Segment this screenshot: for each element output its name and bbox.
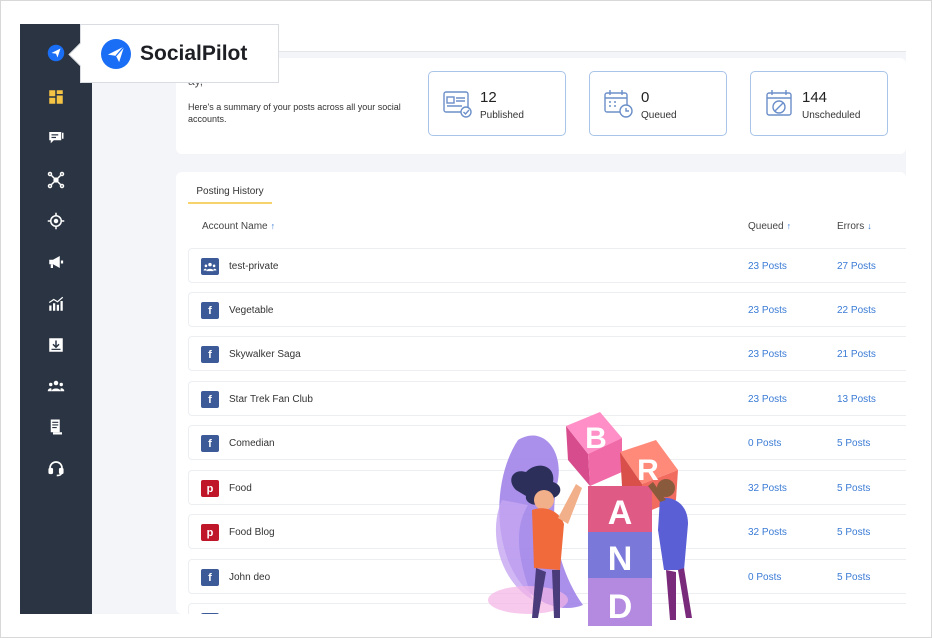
calendar-clock-icon [604, 90, 633, 118]
download-icon [49, 338, 63, 352]
account-name: Comedian [229, 438, 275, 449]
letter-a: A [608, 494, 633, 532]
paper-plane-icon [47, 44, 65, 62]
facebook-icon: f [201, 391, 219, 408]
error-posts-link[interactable]: 5 Posts [837, 438, 870, 449]
column-header-queued[interactable]: Queued ↑ [748, 221, 791, 232]
headset-icon [48, 461, 64, 477]
sidebar [20, 24, 92, 614]
sidebar-item-campaigns[interactable] [20, 247, 92, 277]
account-name: Star Trek Fan Club [229, 394, 313, 405]
letter-block-d: D [588, 578, 652, 626]
error-posts-link[interactable]: 21 Posts [837, 349, 876, 360]
sidebar-item-analytics[interactable] [20, 289, 92, 319]
error-posts-link[interactable]: 5 Posts [837, 572, 870, 583]
unscheduled-icon [766, 90, 792, 116]
table-row[interactable]: f Vegetable 23 Posts 22 Posts [188, 292, 906, 327]
dashboard-icon [49, 90, 63, 104]
queued-posts-link[interactable]: 32 Posts [748, 527, 787, 538]
team-icon [47, 380, 65, 392]
letter-block-b: B [566, 412, 622, 486]
stat-unscheduled-label: Unscheduled [802, 110, 861, 121]
sidebar-item-connections[interactable] [20, 165, 92, 195]
table-row[interactable]: test-private 23 Posts 27 Posts [188, 248, 906, 283]
sidebar-item-dashboard[interactable] [20, 82, 92, 112]
facebook-icon: f [201, 302, 219, 319]
queued-posts-link[interactable]: 0 Posts [748, 438, 781, 449]
sidebar-item-messages[interactable] [20, 123, 92, 153]
stat-published-label: Published [480, 110, 524, 121]
facebook-icon: f [201, 569, 219, 586]
brand-name: SocialPilot [140, 41, 248, 65]
sidebar-item-support[interactable] [20, 453, 92, 483]
megaphone-icon [49, 256, 64, 268]
facebook-icon: f [201, 435, 219, 452]
account-name: Food Blog [229, 527, 275, 538]
brand-blocks-illustration: B R A N D [488, 412, 692, 626]
queued-posts-link[interactable]: 23 Posts [748, 349, 787, 360]
pinterest-icon: p [201, 524, 219, 541]
queued-posts-link[interactable]: 32 Posts [748, 483, 787, 494]
network-icon [47, 171, 65, 189]
facebook-icon: f [201, 346, 219, 363]
account-name: Food [229, 483, 252, 494]
letter-r: R [637, 454, 659, 487]
account-name: Skywalker Saga [229, 349, 301, 360]
sort-desc-icon: ↓ [867, 221, 872, 231]
column-header-account[interactable]: Account Name ↑ [202, 221, 275, 232]
error-posts-link[interactable]: 22 Posts [837, 305, 876, 316]
letter-n: N [608, 540, 633, 578]
tab-posting-history[interactable]: Posting History [188, 186, 272, 204]
sidebar-item-reports[interactable] [20, 412, 92, 442]
socialpilot-logo-icon [101, 38, 131, 69]
stat-published-value: 12 [480, 89, 497, 106]
error-posts-link[interactable]: 27 Posts [837, 261, 876, 272]
account-name: Vegetable [229, 305, 274, 316]
stat-queued-value: 0 [641, 89, 650, 106]
letter-d: D [608, 588, 633, 626]
summary-description: Here's a summary of your posts across al… [188, 102, 401, 124]
table-row[interactable]: f Skywalker Saga 23 Posts 21 Posts [188, 336, 906, 371]
target-icon [47, 212, 65, 230]
sidebar-item-targeting[interactable] [20, 206, 92, 236]
account-name: John deo [229, 572, 271, 583]
letter-block-a: A [588, 486, 652, 532]
document-icon [50, 419, 62, 435]
queued-posts-link[interactable]: 23 Posts [748, 261, 787, 272]
stat-card-queued[interactable]: 0 Queued [589, 71, 727, 136]
queued-posts-link[interactable]: 0 Posts [748, 572, 781, 583]
facebook-icon [201, 613, 219, 614]
queued-posts-link[interactable]: 23 Posts [748, 394, 787, 405]
stat-card-unscheduled[interactable]: 144 Unscheduled [750, 71, 888, 136]
sidebar-item-team[interactable] [20, 371, 92, 401]
published-icon [443, 91, 472, 118]
error-posts-link[interactable]: 5 Posts [837, 527, 870, 538]
summary-panel: ay, Here's a summary of your posts acros… [176, 58, 906, 154]
column-header-errors[interactable]: Errors ↓ [837, 221, 872, 232]
stat-queued-label: Queued [641, 110, 677, 121]
stat-unscheduled-value: 144 [802, 89, 828, 106]
app-window: ay, Here's a summary of your posts acros… [20, 24, 906, 614]
analytics-icon [48, 296, 64, 311]
pinterest-icon: p [201, 480, 219, 497]
sidebar-item-content[interactable] [20, 330, 92, 360]
letter-block-n: N [588, 532, 652, 578]
letter-b: B [585, 422, 607, 455]
stat-card-published[interactable]: 12 Published [428, 71, 566, 136]
error-posts-link[interactable]: 13 Posts [837, 394, 876, 405]
sort-asc-icon: ↑ [270, 221, 276, 231]
group-icon [201, 258, 219, 275]
sort-asc-icon: ↑ [786, 221, 792, 231]
brand-logo-callout: SocialPilot [80, 24, 279, 83]
chat-icon [49, 132, 64, 144]
account-name: test-private [229, 261, 279, 272]
error-posts-link[interactable]: 5 Posts [837, 483, 870, 494]
queued-posts-link[interactable]: 23 Posts [748, 305, 787, 316]
